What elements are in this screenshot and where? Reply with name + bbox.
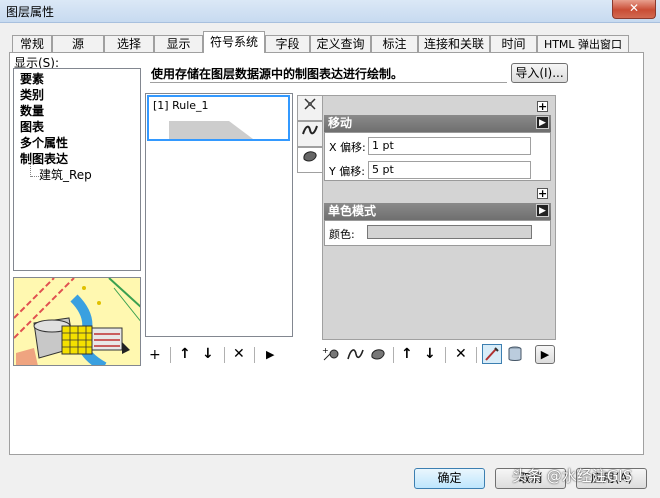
expand-plus-icon[interactable]: + xyxy=(537,101,548,112)
tab-time[interactable]: 时间 xyxy=(490,35,537,52)
import-button[interactable]: 导入(I)... xyxy=(511,63,568,83)
tab-html-popup[interactable]: HTML 弹出窗口 xyxy=(537,35,629,52)
watermark-text: 头条 @水经注GIS xyxy=(512,467,633,485)
move-group-header[interactable]: 移动 ▶ xyxy=(324,115,551,132)
geometric-effect-icon[interactable] xyxy=(297,95,323,121)
show-subitem-representation[interactable]: 建筑_Rep xyxy=(39,167,92,183)
toolbar-separator xyxy=(476,347,477,363)
toolbar-separator xyxy=(254,347,255,363)
show-item-multiple-attributes[interactable]: 多个属性 xyxy=(20,135,68,151)
move-group-title: 移动 xyxy=(328,116,353,130)
close-button[interactable]: ✕ xyxy=(612,0,656,19)
database-icon[interactable] xyxy=(507,346,523,366)
add-rule-icon[interactable]: + xyxy=(149,347,161,363)
color-swatch[interactable] xyxy=(367,225,532,239)
title-bar xyxy=(0,0,660,23)
tab-joins-relates[interactable]: 连接和关联 xyxy=(418,35,490,52)
symbology-preview-image xyxy=(13,277,141,366)
add-point-layer-icon[interactable]: + xyxy=(322,346,342,366)
fill-group-body: 颜色: xyxy=(324,220,551,246)
tab-definition-query[interactable]: 定义查询 xyxy=(310,35,371,52)
x-offset-input[interactable]: 1 pt xyxy=(368,137,531,155)
rule-item[interactable]: [1] Rule_1 xyxy=(147,95,290,141)
move-down-icon[interactable]: ↓ xyxy=(202,346,214,362)
fill-layer-icon[interactable] xyxy=(297,147,323,173)
tab-source[interactable]: 源 xyxy=(52,35,104,52)
show-item-representations[interactable]: 制图表达 xyxy=(20,151,68,167)
layer-up-icon[interactable]: ↑ xyxy=(401,346,413,362)
show-list[interactable]: 要素 类别 数量 图表 多个属性 制图表达 建筑_Rep xyxy=(13,68,141,271)
layer-down-icon[interactable]: ↓ xyxy=(424,346,436,362)
toolbar-separator xyxy=(445,347,446,363)
tab-fields[interactable]: 字段 xyxy=(265,35,310,52)
toolbar-separator xyxy=(393,347,394,363)
add-line-layer-icon[interactable] xyxy=(345,346,365,366)
tab-general[interactable]: 常规 xyxy=(12,35,52,52)
fill-group-title: 单色模式 xyxy=(328,204,377,218)
add-polygon-layer-icon[interactable] xyxy=(368,346,388,366)
rule-label: [1] Rule_1 xyxy=(153,99,209,112)
edit-brush-icon[interactable] xyxy=(482,344,502,364)
stroke-layer-icon[interactable] xyxy=(297,121,323,147)
tab-symbology[interactable]: 符号系统 xyxy=(203,31,265,53)
rule-symbol-preview xyxy=(169,121,253,139)
tab-display[interactable]: 显示 xyxy=(154,35,203,52)
y-offset-label: Y 偏移: xyxy=(329,165,365,178)
tree-connector-h xyxy=(31,176,39,178)
toolbar-separator xyxy=(170,347,171,363)
move-up-icon[interactable]: ↑ xyxy=(179,346,191,362)
expand-plus-icon[interactable]: + xyxy=(537,188,548,199)
tab-labels[interactable]: 标注 xyxy=(371,35,418,52)
tree-connector xyxy=(30,161,32,177)
more-options-icon[interactable]: ▶ xyxy=(266,347,274,363)
fill-group-header[interactable]: 单色模式 ▶ xyxy=(324,203,551,220)
toolbar-separator xyxy=(224,347,225,363)
delete-layer-icon[interactable]: ✕ xyxy=(455,346,467,362)
y-offset-input[interactable]: 5 pt xyxy=(368,161,531,179)
color-label: 颜色: xyxy=(329,228,355,241)
layer-type-strip xyxy=(297,95,323,177)
more-layer-options-button[interactable]: ▶ xyxy=(535,345,555,364)
description-text: 使用存储在图层数据源中的制图表达进行绘制。 xyxy=(151,67,404,81)
tab-selection[interactable]: 选择 xyxy=(104,35,154,52)
group-menu-arrow-icon[interactable]: ▶ xyxy=(536,204,549,217)
show-item-quantities[interactable]: 数量 xyxy=(20,103,44,119)
show-item-charts[interactable]: 图表 xyxy=(20,119,44,135)
svg-text:+: + xyxy=(322,346,329,355)
x-offset-label: X 偏移: xyxy=(329,141,366,154)
show-item-categories[interactable]: 类别 xyxy=(20,87,44,103)
move-group-body: X 偏移: 1 pt Y 偏移: 5 pt xyxy=(324,132,551,181)
group-menu-arrow-icon[interactable]: ▶ xyxy=(536,116,549,129)
description-divider xyxy=(150,82,507,83)
window-title: 图层属性 xyxy=(6,5,55,19)
ok-button[interactable]: 确定 xyxy=(414,468,485,489)
show-item-features[interactable]: 要素 xyxy=(20,71,44,87)
delete-rule-icon[interactable]: ✕ xyxy=(233,346,245,362)
